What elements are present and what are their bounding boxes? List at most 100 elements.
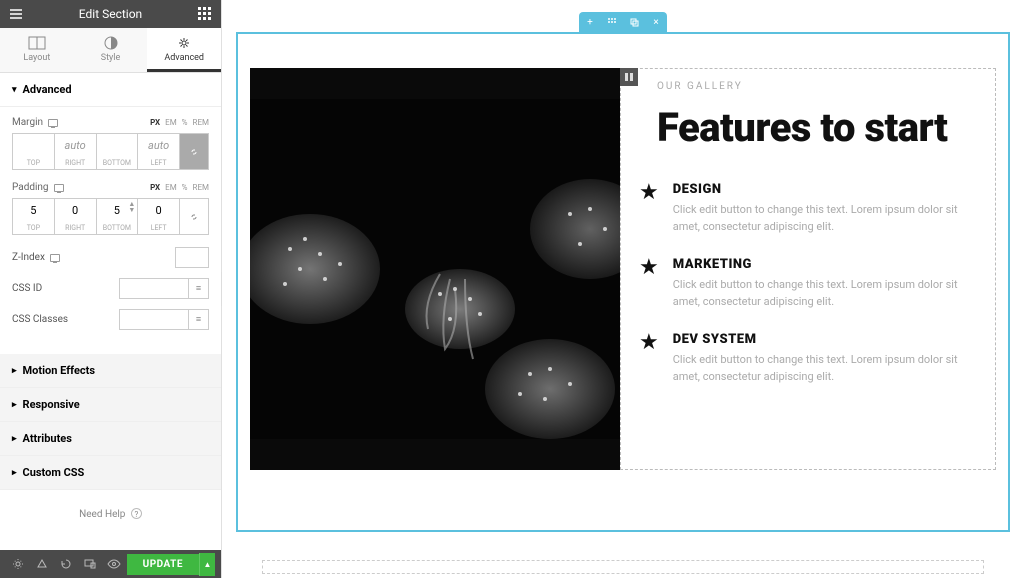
- cssid-control: CSS ID ≡: [12, 278, 209, 299]
- accordion-attributes[interactable]: Attributes: [0, 422, 221, 456]
- unit-rem[interactable]: REM: [193, 118, 209, 127]
- device-icon[interactable]: [50, 254, 60, 262]
- panel-title: Edit Section: [24, 7, 197, 21]
- need-help-link[interactable]: Need Help ?: [0, 490, 221, 538]
- column-handle[interactable]: [620, 68, 638, 86]
- feature-item[interactable]: ★ DEV SYSTEM Click edit button to change…: [639, 332, 977, 385]
- padding-link-button[interactable]: [179, 198, 209, 235]
- margin-link-button[interactable]: [179, 133, 209, 170]
- padding-control: Padding PX EM % REM TOP RIGHT ▲▼BOTTOM L…: [12, 182, 209, 235]
- menu-icon[interactable]: [8, 6, 24, 22]
- feature-desc[interactable]: Click edit button to change this text. L…: [673, 352, 977, 385]
- section-edit-button[interactable]: [601, 12, 623, 32]
- unit-em[interactable]: EM: [165, 118, 177, 127]
- style-icon: [102, 36, 120, 50]
- layout-icon: [28, 36, 46, 50]
- accordion-customcss-label: Custom CSS: [23, 466, 85, 479]
- eyebrow-text[interactable]: OUR GALLERY: [657, 81, 977, 92]
- responsive-icon[interactable]: [78, 554, 102, 574]
- margin-label: Margin: [12, 117, 43, 128]
- margin-top-input[interactable]: [13, 134, 54, 157]
- content-column[interactable]: OUR GALLERY Features to start ★ DESIGN C…: [620, 68, 996, 470]
- image-widget[interactable]: [250, 68, 620, 470]
- unit-rem[interactable]: REM: [193, 183, 209, 192]
- device-icon[interactable]: [54, 184, 64, 192]
- padding-label: Padding: [12, 182, 49, 193]
- apps-icon[interactable]: [197, 6, 213, 22]
- margin-dims: TOP RIGHT BOTTOM LEFT: [12, 133, 209, 170]
- cssclasses-dynamic-button[interactable]: ≡: [189, 309, 209, 330]
- accordion-advanced-content: Margin PX EM % REM TOP RIGHT BOTTOM LEFT: [0, 107, 221, 354]
- tab-advanced[interactable]: Advanced: [147, 28, 221, 72]
- cssid-dynamic-button[interactable]: ≡: [189, 278, 209, 299]
- margin-right-input[interactable]: [55, 134, 96, 157]
- accordion-custom-css[interactable]: Custom CSS: [0, 456, 221, 490]
- history-icon[interactable]: [54, 554, 78, 574]
- accordion-advanced[interactable]: Advanced: [0, 73, 221, 107]
- help-icon: ?: [131, 508, 142, 519]
- feature-desc[interactable]: Click edit button to change this text. L…: [673, 277, 977, 310]
- star-icon: ★: [639, 182, 659, 235]
- image-column[interactable]: [250, 68, 620, 470]
- panel-tabs: Layout Style Advanced: [0, 28, 221, 73]
- section-add-button[interactable]: +: [579, 12, 601, 32]
- feature-item[interactable]: ★ DESIGN Click edit button to change thi…: [639, 182, 977, 235]
- zindex-input[interactable]: [175, 247, 209, 268]
- headline-text[interactable]: Features to start: [657, 106, 977, 150]
- update-caret-button[interactable]: ▲: [199, 553, 215, 576]
- zindex-label: Z-Index: [12, 252, 45, 263]
- padding-right-input[interactable]: [55, 199, 96, 222]
- cssclasses-label: CSS Classes: [12, 314, 68, 325]
- link-icon: [188, 146, 200, 158]
- jellyfish-image: [250, 99, 620, 439]
- handle-icon: [607, 17, 617, 27]
- feature-desc[interactable]: Click edit button to change this text. L…: [673, 202, 977, 235]
- margin-units: PX EM % REM: [150, 118, 209, 127]
- dim-right: RIGHT: [55, 222, 96, 234]
- feature-title[interactable]: DESIGN: [673, 182, 977, 197]
- dim-right: RIGHT: [55, 157, 96, 169]
- margin-bottom-input[interactable]: [97, 134, 138, 157]
- dim-top: TOP: [13, 157, 54, 169]
- tab-advanced-label: Advanced: [164, 53, 204, 63]
- accordion-advanced-label: Advanced: [23, 83, 72, 96]
- unit-em[interactable]: EM: [165, 183, 177, 192]
- accordion-attributes-label: Attributes: [23, 432, 72, 445]
- update-button[interactable]: UPDATE: [127, 554, 199, 575]
- unit-px[interactable]: PX: [150, 118, 160, 127]
- section-delete-button[interactable]: ×: [645, 12, 667, 32]
- margin-left-input[interactable]: [138, 134, 179, 157]
- preview-icon[interactable]: [102, 554, 126, 574]
- padding-dims: TOP RIGHT ▲▼BOTTOM LEFT: [12, 198, 209, 235]
- star-icon: ★: [639, 257, 659, 310]
- unit-pct[interactable]: %: [182, 183, 188, 192]
- dim-top: TOP: [13, 222, 54, 234]
- navigator-icon[interactable]: [30, 554, 54, 574]
- unit-pct[interactable]: %: [182, 118, 188, 127]
- tab-style[interactable]: Style: [74, 28, 148, 72]
- padding-left-input[interactable]: [138, 199, 179, 222]
- stepper-icon[interactable]: ▲▼: [128, 201, 135, 213]
- feature-item[interactable]: ★ MARKETING Click edit button to change …: [639, 257, 977, 310]
- feature-title[interactable]: DEV SYSTEM: [673, 332, 977, 347]
- cssclasses-input[interactable]: [119, 309, 189, 330]
- editor-canvas[interactable]: + ×: [222, 0, 1024, 578]
- star-icon: ★: [639, 332, 659, 385]
- padding-top-input[interactable]: [13, 199, 54, 222]
- accordion-responsive-label: Responsive: [23, 398, 80, 411]
- device-icon[interactable]: [48, 119, 58, 127]
- panel-header: Edit Section: [0, 0, 221, 28]
- settings-icon[interactable]: [6, 554, 30, 574]
- accordion-motion-effects[interactable]: Motion Effects: [0, 354, 221, 388]
- cssid-input[interactable]: [119, 278, 189, 299]
- section-action-tabs: + ×: [579, 12, 667, 32]
- section-duplicate-button[interactable]: [623, 12, 645, 32]
- link-icon: [188, 211, 200, 223]
- unit-px[interactable]: PX: [150, 183, 160, 192]
- section-frame[interactable]: OUR GALLERY Features to start ★ DESIGN C…: [236, 32, 1010, 532]
- accordion-responsive[interactable]: Responsive: [0, 388, 221, 422]
- feature-title[interactable]: MARKETING: [673, 257, 977, 272]
- add-section-area[interactable]: [262, 560, 984, 574]
- tab-layout[interactable]: Layout: [0, 28, 74, 72]
- columns: OUR GALLERY Features to start ★ DESIGN C…: [250, 68, 996, 470]
